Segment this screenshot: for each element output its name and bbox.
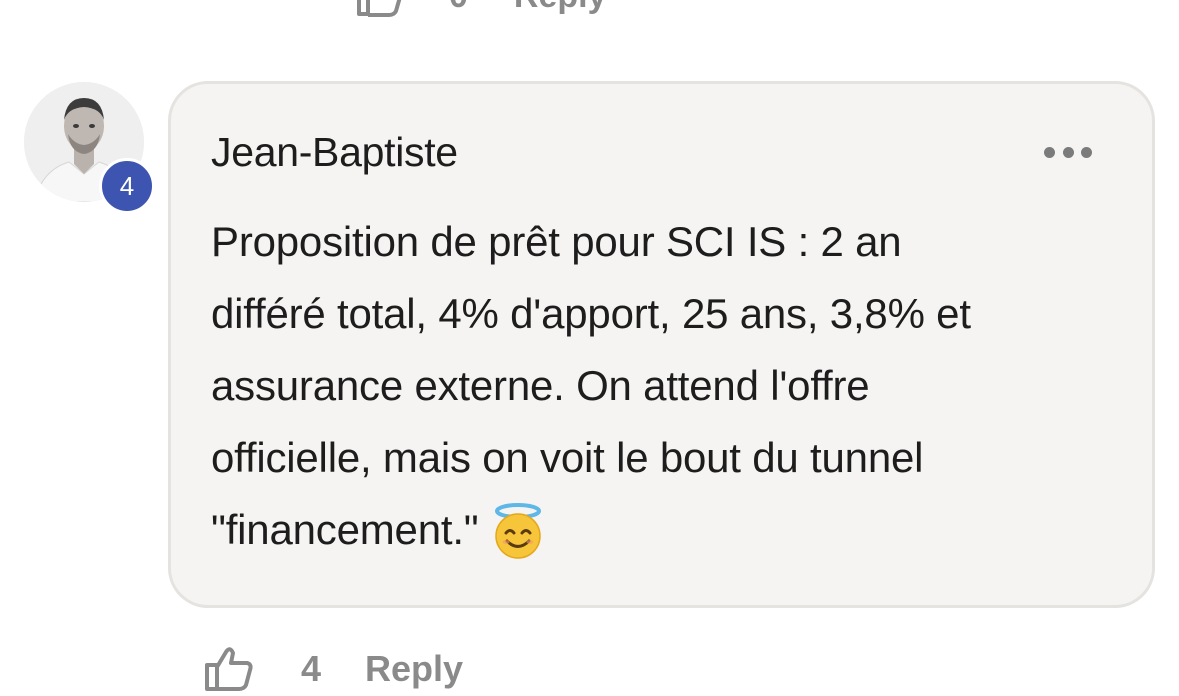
comment-thread: 0 Reply 4 Jean-Baptiste bbox=[0, 0, 1179, 696]
comment-text: Proposition de prêt pour SCI IS : 2 an d… bbox=[211, 206, 1111, 566]
like-count: 0 bbox=[449, 0, 468, 16]
more-dot bbox=[1044, 146, 1055, 158]
like-count: 4 bbox=[301, 648, 322, 689]
reply-button[interactable]: Reply bbox=[514, 0, 607, 16]
thumbs-up-icon[interactable] bbox=[355, 0, 405, 18]
smiling-face-with-halo-icon bbox=[489, 502, 547, 560]
comment-line: "financement." bbox=[211, 506, 479, 553]
more-dot bbox=[1062, 146, 1074, 158]
author-name[interactable]: Jean-Baptiste bbox=[211, 129, 458, 176]
comment-line: officielle, mais on voit le bout du tunn… bbox=[211, 434, 924, 481]
comment-line: Proposition de prêt pour SCI IS : 2 an bbox=[211, 218, 902, 265]
reply-button[interactable]: Reply bbox=[365, 648, 463, 690]
thumbs-up-icon[interactable] bbox=[203, 645, 255, 693]
author-badge: 4 bbox=[99, 158, 155, 214]
more-dot bbox=[1081, 146, 1092, 158]
comment-actions: 4 Reply bbox=[203, 644, 463, 694]
comment-line-last: "financement." bbox=[211, 494, 1111, 566]
comment-bubble: Jean-Baptiste Proposition de prêt pour S… bbox=[168, 81, 1155, 608]
comment-line: différé total, 4% d'apport, 25 ans, 3,8%… bbox=[211, 290, 971, 337]
more-options-icon[interactable] bbox=[1044, 144, 1092, 160]
comment-line: assurance externe. On attend l'offre bbox=[211, 362, 870, 409]
previous-comment-actions: 0 Reply bbox=[355, 0, 607, 18]
